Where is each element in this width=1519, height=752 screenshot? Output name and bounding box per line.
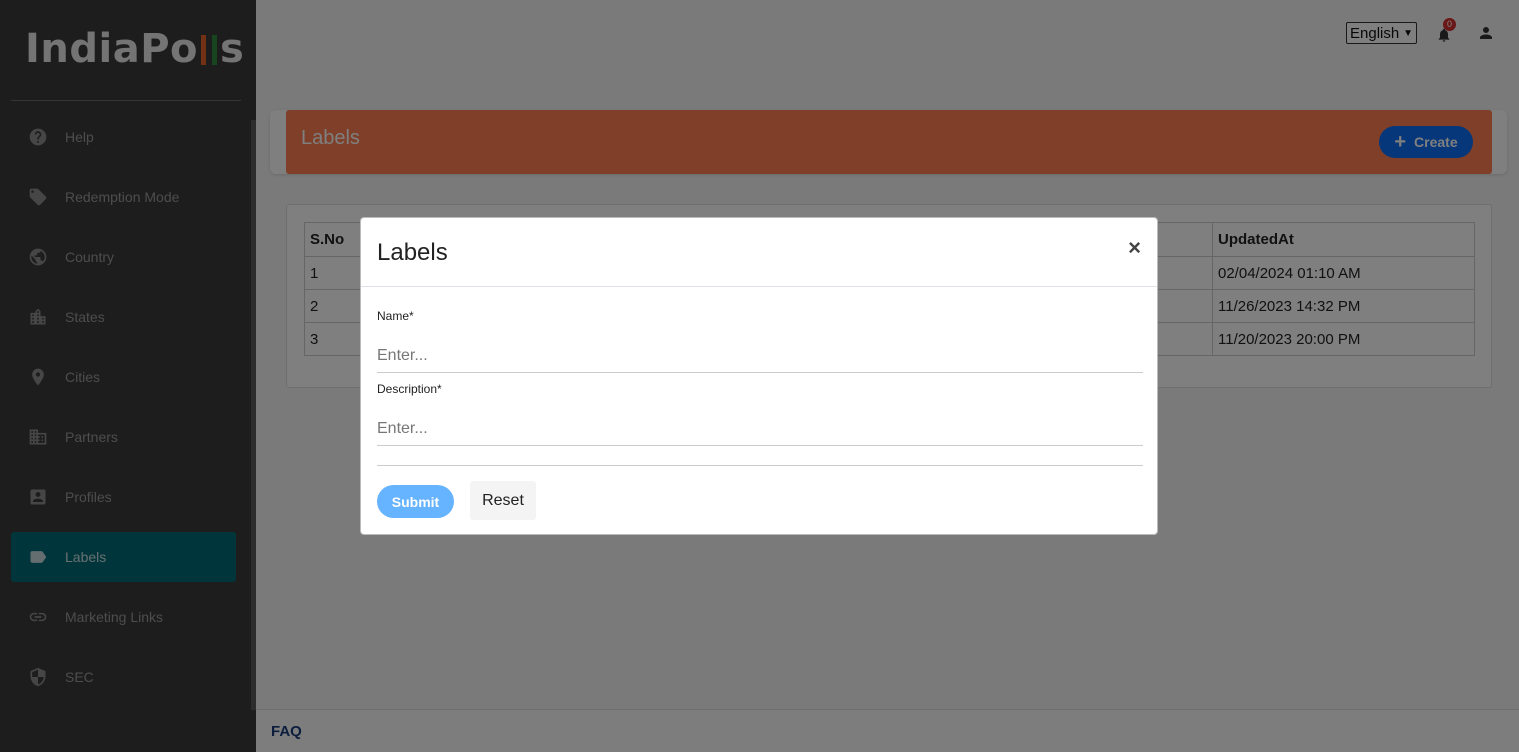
name-field[interactable]: Enter... [377, 340, 1143, 373]
name-label: Name* [377, 309, 414, 323]
modal-header: Labels × [361, 218, 1157, 287]
description-field-placeholder: Enter... [377, 420, 428, 437]
modal-title: Labels [377, 239, 448, 266]
name-field-placeholder: Enter... [377, 347, 428, 364]
close-icon[interactable]: × [1128, 235, 1141, 261]
modal-divider [377, 465, 1143, 466]
submit-button[interactable]: Submit [377, 485, 454, 518]
labels-modal: Labels × Name* Enter... Description* Ent… [360, 217, 1158, 535]
reset-button[interactable]: Reset [470, 481, 536, 520]
description-field[interactable]: Enter... [377, 413, 1143, 446]
description-label: Description* [377, 382, 442, 396]
